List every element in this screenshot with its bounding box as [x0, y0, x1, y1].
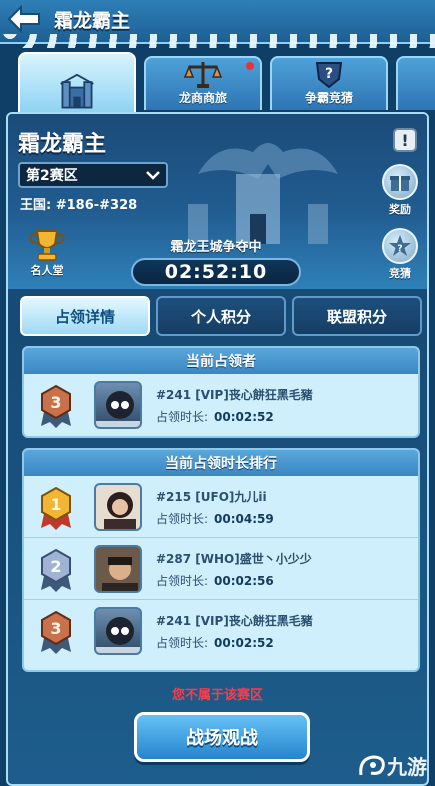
- back-arrow-icon: [7, 5, 40, 33]
- duration-label: 占领时长:: [156, 512, 209, 526]
- ranking-row[interactable]: 3 #241 [VIP]丧心餅狂黑毛豬 占领时长: 00:02:52: [24, 600, 418, 662]
- contest-caption: 霜龙王城争夺中: [170, 240, 262, 255]
- tab-dragon-caravan[interactable]: 龙商商旅: [144, 56, 262, 110]
- guess-button[interactable]: ? 竞猜: [379, 228, 421, 281]
- duration-value: 00:02:56: [214, 574, 274, 588]
- svg-text:1: 1: [50, 495, 61, 514]
- chevron-down-icon: [146, 171, 160, 180]
- tab-contest-guess[interactable]: ? 争霸竞猜: [270, 56, 388, 110]
- duration-label: 占领时长:: [156, 410, 209, 424]
- subtab-bar: 占领详情 个人积分 联盟积分: [20, 296, 422, 336]
- kingdom-range: 王国: #186-#328: [20, 194, 137, 213]
- duration-label: 占领时长:: [156, 636, 209, 650]
- current-holder-card: 当前占领者 3 #241 [VIP]丧心餅狂黑毛豬 占领时长: 00:02:52: [22, 346, 420, 438]
- tab-frost-dragon[interactable]: [18, 52, 136, 112]
- top-bar: 霜龙霸主: [0, 0, 435, 48]
- ranking-duration: 占领时长: 00:02:52: [156, 634, 274, 651]
- question-shield-icon: ?: [309, 59, 349, 89]
- castle-scene: 霜龙霸主 ! 第2赛区 王国: #186-#328 名人堂 奖励 ? 竞猜 霜龙…: [8, 114, 427, 289]
- duration-label: 占领时长:: [156, 574, 209, 588]
- notification-dot: [246, 62, 254, 70]
- duration-value: 00:02:52: [214, 410, 274, 424]
- tab-label: 龙商商旅: [178, 91, 227, 105]
- trophy-icon: [29, 230, 65, 261]
- ranking-name: #287 [WHO]盛世丶小少少: [156, 552, 312, 566]
- countdown-timer: 02:52:10: [131, 258, 301, 286]
- scales-icon: [183, 59, 223, 89]
- realm-title: 霜龙霸主: [18, 132, 107, 157]
- page-title: 霜龙霸主: [54, 10, 131, 32]
- ranking-heading: 当前占领时长排行: [24, 450, 418, 476]
- zone-warning: 您不属于该赛区: [171, 688, 263, 703]
- silver-medal-icon: 2: [41, 548, 71, 592]
- kingdom-range-value: #186-#328: [55, 198, 138, 213]
- avatar: [94, 607, 142, 655]
- star-question-icon: ?: [382, 228, 418, 264]
- current-holder-heading: 当前占领者: [24, 348, 418, 374]
- zone-value: 第2赛区: [26, 168, 78, 184]
- ranking-row[interactable]: 1 #215 [UFO]九儿ii 占领时长: 00:04:59: [24, 476, 418, 538]
- holder-row[interactable]: 3 #241 [VIP]丧心餅狂黑毛豬 占领时长: 00:02:52: [24, 374, 418, 436]
- contest-timer: 霜龙王城争夺中 02:52:10: [126, 236, 306, 286]
- duration-value: 00:04:59: [214, 512, 274, 526]
- subtab-occupation-details[interactable]: 占领详情: [20, 296, 150, 336]
- guess-label: 竞猜: [389, 267, 411, 280]
- bronze-medal-icon: 3: [41, 610, 71, 654]
- subtab-alliance-score[interactable]: 联盟积分: [292, 296, 422, 336]
- svg-text:3: 3: [50, 619, 61, 638]
- help-button[interactable]: !: [393, 128, 417, 152]
- tab-bar: 龙商商旅 ? 争霸竞猜: [18, 52, 435, 112]
- duration-value: 00:02:52: [214, 636, 274, 650]
- avatar: [94, 483, 142, 531]
- ranking-duration: 占领时长: 00:02:56: [156, 572, 274, 589]
- avatar: [94, 545, 142, 593]
- svg-text:2: 2: [50, 557, 61, 576]
- main-panel: 霜龙霸主 ! 第2赛区 王国: #186-#328 名人堂 奖励 ? 竞猜 霜龙…: [6, 112, 429, 786]
- snow-decoration: [0, 34, 435, 48]
- watermark: 九游: [357, 751, 427, 780]
- ranking-card: 当前占领时长排行 1 #215 [UFO]九儿ii 占领时长: 00:04:59 …: [22, 448, 420, 672]
- castle-icon: [57, 73, 97, 109]
- jiuyou-logo-icon: [359, 754, 385, 775]
- spectate-battle-button[interactable]: 战场观战: [134, 712, 310, 762]
- svg-text:?: ?: [397, 244, 402, 254]
- hall-of-fame-label: 名人堂: [30, 264, 64, 277]
- subtab-personal-score[interactable]: 个人积分: [156, 296, 286, 336]
- ranking-name: #215 [UFO]九儿ii: [156, 490, 267, 504]
- holder-duration: 占领时长: 00:02:52: [156, 408, 274, 425]
- holder-name: #241 [VIP]丧心餅狂黑毛豬: [156, 388, 313, 402]
- gift-icon: [382, 164, 418, 200]
- reward-label: 奖励: [389, 203, 411, 216]
- bronze-medal-icon: 3: [41, 384, 71, 428]
- frost-dragon-castle-image: [188, 143, 338, 244]
- gold-medal-icon: 1: [41, 486, 71, 530]
- zone-dropdown[interactable]: 第2赛区: [18, 162, 168, 188]
- avatar: [94, 381, 142, 429]
- tab-label: 争霸竞猜: [304, 91, 353, 105]
- svg-text:?: ?: [325, 66, 333, 82]
- back-button[interactable]: [4, 2, 44, 36]
- hall-of-fame-button[interactable]: 名人堂: [22, 228, 72, 278]
- ranking-name: #241 [VIP]丧心餅狂黑毛豬: [156, 614, 313, 628]
- reward-button[interactable]: 奖励: [379, 164, 421, 217]
- ranking-duration: 占领时长: 00:04:59: [156, 510, 274, 527]
- tab-more[interactable]: [396, 56, 435, 110]
- kingdom-label: 王国:: [20, 198, 52, 213]
- watermark-text: 九游: [387, 755, 427, 779]
- ranking-row[interactable]: 2 #287 [WHO]盛世丶小少少 占领时长: 00:02:56: [24, 538, 418, 600]
- svg-text:3: 3: [50, 393, 61, 412]
